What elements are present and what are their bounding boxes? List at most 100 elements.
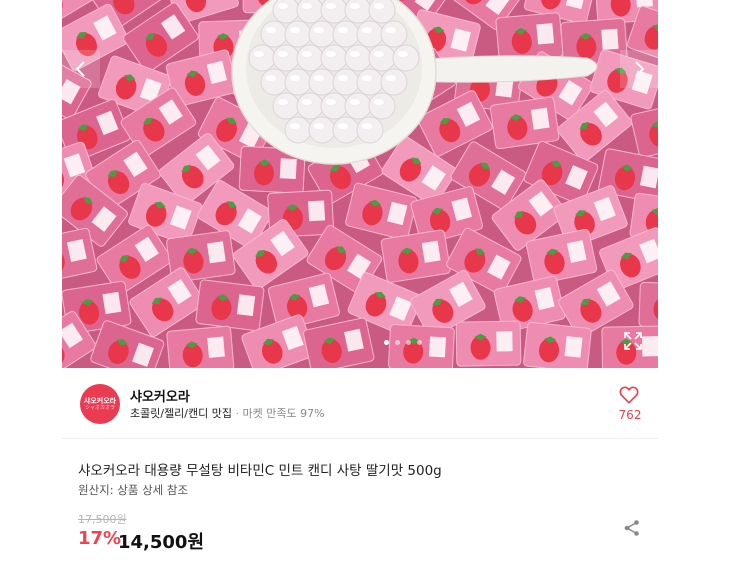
candy-highlight — [302, 3, 312, 9]
wrapper-label — [641, 336, 658, 357]
white-candy — [296, 0, 324, 24]
product-origin: 원산지: 상품 상세 참조 — [78, 483, 189, 497]
expand-icon — [624, 332, 642, 350]
slide-dot[interactable] — [406, 340, 411, 345]
next-image-button[interactable] — [620, 50, 658, 88]
white-candy — [392, 44, 420, 72]
white-candy — [308, 20, 336, 48]
slide-dot[interactable] — [384, 340, 389, 345]
wrapper-label — [207, 336, 225, 358]
white-candy — [368, 0, 396, 24]
white-candy — [284, 68, 312, 96]
candy-highlight — [290, 75, 300, 81]
white-candy — [344, 0, 372, 24]
candy-highlight — [302, 51, 312, 57]
candy-highlight — [278, 51, 288, 57]
candy-wrapper — [638, 281, 658, 329]
candy-highlight — [302, 99, 312, 105]
white-candy — [296, 44, 324, 72]
white-candy — [332, 68, 360, 96]
share-icon — [624, 520, 639, 536]
white-candy — [296, 92, 324, 120]
candy-highlight — [386, 27, 396, 33]
candy-highlight — [398, 51, 408, 57]
white-candy — [356, 68, 384, 96]
wrapper-label — [428, 336, 446, 358]
white-candy — [284, 116, 312, 144]
prev-image-button[interactable] — [62, 50, 100, 88]
wrapper-label — [496, 331, 513, 352]
candy-highlight — [326, 51, 336, 57]
candy-wrapper — [380, 229, 451, 283]
seller-category: 초콜릿/젤리/캔디 맛집 — [130, 407, 232, 420]
candy-wrapper — [387, 324, 455, 368]
candy-highlight — [314, 75, 324, 81]
wrapper-label — [601, 28, 619, 50]
wrapper-label — [279, 158, 297, 180]
slide-indicator — [384, 340, 422, 345]
white-candy — [248, 44, 276, 72]
white-candy — [272, 0, 300, 24]
like-count: 762 — [618, 408, 642, 422]
white-candy — [368, 92, 396, 120]
candy-wrapper — [489, 96, 560, 150]
candy-wrapper — [455, 320, 522, 367]
seller-satisfaction: 마켓 만족도 97% — [242, 407, 325, 420]
product-page: 샤오커오라 シャオカオラ 샤오커오라 초콜릿/젤리/캔디 맛집 · 마켓 만족도… — [0, 0, 750, 568]
white-candy — [332, 20, 360, 48]
candy-highlight — [266, 75, 276, 81]
white-candy — [308, 68, 336, 96]
seller-description: 초콜릿/젤리/캔디 맛집 · 마켓 만족도 97% — [130, 405, 325, 421]
white-candy — [272, 92, 300, 120]
white-candy — [344, 44, 372, 72]
candy-highlight — [338, 123, 348, 129]
separator: · — [235, 407, 240, 420]
product-image-gallery[interactable] — [62, 0, 658, 368]
share-button[interactable] — [622, 518, 642, 538]
candy-highlight — [278, 3, 288, 9]
wrapper-label — [308, 200, 326, 222]
wrapper-label — [536, 23, 555, 45]
candy-highlight — [374, 99, 384, 105]
candy-highlight — [362, 75, 372, 81]
candy-highlight — [362, 123, 372, 129]
discount-rate: 17% — [78, 528, 122, 549]
candy-highlight — [338, 27, 348, 33]
candy-highlight — [350, 51, 360, 57]
candy-wrapper — [523, 321, 592, 368]
candy-highlight — [350, 3, 360, 9]
candy-highlight — [266, 27, 276, 33]
candy-highlight — [326, 3, 336, 9]
chevron-left-icon — [75, 61, 85, 77]
white-candy — [284, 20, 312, 48]
candy-highlight — [290, 123, 300, 129]
white-candy — [380, 68, 408, 96]
candy-highlight — [350, 99, 360, 105]
product-title: 샤오커오라 대용량 무설탕 비타민C 민트 캔디 사탕 딸기맛 500g — [78, 463, 442, 479]
wrapper-label — [564, 336, 583, 358]
wrapper-label — [102, 291, 122, 315]
chevron-right-icon — [635, 61, 645, 77]
sale-price: 14,500원 — [118, 532, 205, 553]
like-button[interactable] — [618, 384, 640, 406]
candy-highlight — [314, 27, 324, 33]
seller-logo[interactable]: 샤오커오라 シャオカオラ — [80, 384, 120, 424]
candy-highlight — [386, 75, 396, 81]
slide-dot[interactable] — [417, 340, 422, 345]
wrapper-label — [530, 107, 550, 130]
seller-name[interactable]: 샤오커오라 — [130, 386, 190, 405]
white-candy — [272, 44, 300, 72]
candy-highlight — [362, 27, 372, 33]
white-candy — [356, 116, 384, 144]
candy-wrapper — [195, 279, 265, 331]
white-candy — [320, 92, 348, 120]
product-image[interactable] — [62, 0, 658, 368]
white-candy — [344, 92, 372, 120]
divider — [62, 438, 658, 439]
slide-dot[interactable] — [395, 340, 400, 345]
white-candy — [260, 20, 288, 48]
expand-image-button[interactable] — [622, 330, 644, 352]
seller-logo-text: 샤오커오라 — [83, 397, 117, 405]
seller-info[interactable]: 샤오커오라 シャオカオラ 샤오커오라 초콜릿/젤리/캔디 맛집 · 마켓 만족도… — [62, 380, 658, 438]
wrapper-label — [236, 294, 256, 317]
